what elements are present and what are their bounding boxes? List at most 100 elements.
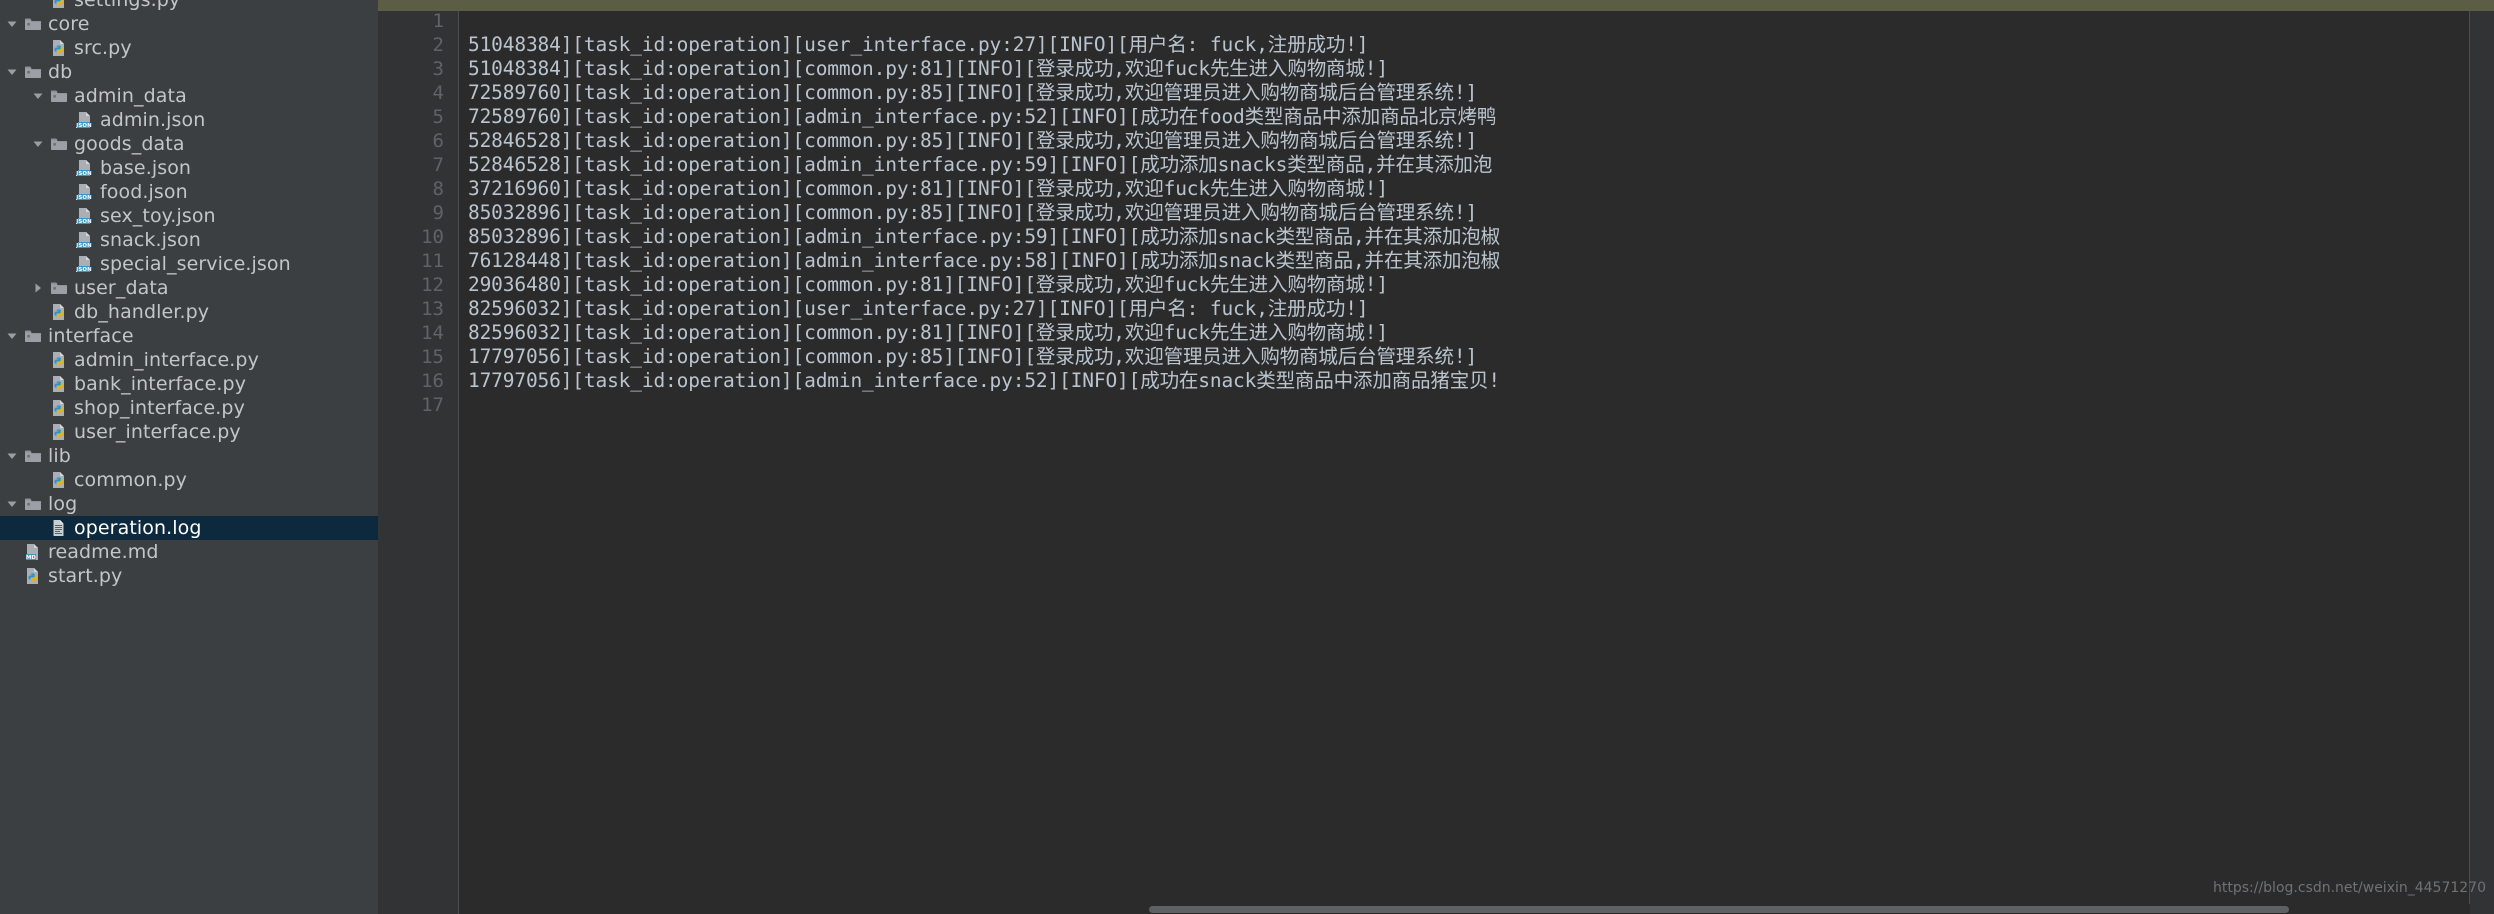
code-line[interactable]: 51048384][task_id:operation][common.py:8… (468, 57, 1388, 81)
editor-tab-strip[interactable] (378, 0, 2494, 11)
json-file-icon: JSON (74, 255, 96, 273)
tree-item[interactable]: MD readme.md (0, 540, 378, 564)
tree-item[interactable]: lib (0, 444, 378, 468)
json-file-icon: JSON (74, 207, 96, 225)
folder-icon (22, 64, 44, 80)
code-line[interactable]: 82596032][task_id:operation][user_interf… (468, 297, 1369, 321)
code-line[interactable]: 51048384][task_id:operation][user_interf… (468, 33, 1369, 57)
tree-item[interactable]: interface (0, 324, 378, 348)
tree-item-label: settings.py (74, 0, 181, 11)
code-line[interactable]: 37216960][task_id:operation][common.py:8… (468, 177, 1388, 201)
tree-item[interactable]: JSON sex_toy.json (0, 204, 378, 228)
marker-stripe[interactable] (2469, 11, 2494, 914)
tree-item[interactable]: core (0, 12, 378, 36)
tree-item[interactable]: db (0, 60, 378, 84)
folder-icon (48, 136, 70, 152)
tree-item[interactable]: src.py (0, 36, 378, 60)
chevron-down-icon[interactable] (2, 498, 22, 510)
line-number-gutter[interactable]: 1 2 3 4 5 6 7 8 9 10 11 12 13 14 15 16 17 (378, 10, 459, 914)
chevron-down-icon[interactable] (28, 90, 48, 102)
tree-item[interactable]: admin_data (0, 84, 378, 108)
code-line[interactable]: 52846528][task_id:operation][admin_inter… (468, 153, 1492, 177)
python-file-icon (48, 423, 70, 441)
tree-item-label: snack.json (100, 229, 201, 251)
code-line[interactable]: 72589760][task_id:operation][common.py:8… (468, 81, 1477, 105)
python-file-icon (22, 567, 44, 585)
tree-item-label: start.py (48, 565, 123, 587)
tree-item[interactable]: bank_interface.py (0, 372, 378, 396)
project-tree-panel[interactable]: settings.py core src.py db admin_data JSON adm… (0, 0, 378, 914)
folder-icon (48, 88, 70, 104)
horizontal-scrollbar-thumb[interactable] (1149, 906, 2289, 913)
tree-item[interactable]: JSON base.json (0, 156, 378, 180)
json-file-icon: JSON (74, 183, 96, 201)
tree-item[interactable]: start.py (0, 564, 378, 588)
code-line[interactable]: 85032896][task_id:operation][common.py:8… (468, 201, 1477, 225)
json-file-icon: JSON (74, 111, 96, 129)
tree-item-label: common.py (74, 469, 187, 491)
tree-item[interactable]: admin_interface.py (0, 348, 378, 372)
tree-item[interactable]: common.py (0, 468, 378, 492)
line-number: 6 (432, 130, 444, 152)
folder-icon (22, 16, 44, 32)
chevron-down-icon[interactable] (2, 330, 22, 342)
chevron-down-icon[interactable] (2, 18, 22, 30)
tree-item-label: db_handler.py (74, 301, 210, 323)
tree-item-label: user_data (74, 277, 169, 299)
tree-item-label: admin.json (100, 109, 206, 131)
line-number: 15 (421, 346, 444, 368)
tree-item-label: db (48, 61, 73, 83)
code-line[interactable]: 29036480][task_id:operation][common.py:8… (468, 273, 1388, 297)
line-number: 8 (432, 178, 444, 200)
tree-item[interactable]: JSON food.json (0, 180, 378, 204)
code-line[interactable]: 76128448][task_id:operation][admin_inter… (468, 249, 1500, 273)
tree-item-label: core (48, 13, 90, 35)
folder-icon (22, 328, 44, 344)
tree-item[interactable]: settings.py (0, 0, 378, 12)
tree-item-selected[interactable]: operation.log (0, 516, 378, 540)
code-line[interactable]: 72589760][task_id:operation][admin_inter… (468, 105, 1496, 129)
json-file-icon: JSON (74, 231, 96, 249)
tree-item[interactable]: JSON snack.json (0, 228, 378, 252)
tree-item[interactable]: JSON special_service.json (0, 252, 378, 276)
chevron-right-icon[interactable] (28, 282, 48, 294)
code-line[interactable]: 85032896][task_id:operation][admin_inter… (468, 225, 1500, 249)
svg-text:JSON: JSON (76, 195, 92, 201)
code-line[interactable]: 17797056][task_id:operation][common.py:8… (468, 345, 1477, 369)
tree-item[interactable]: goods_data (0, 132, 378, 156)
tree-item-label: shop_interface.py (74, 397, 245, 419)
python-file-icon (48, 399, 70, 417)
line-number: 7 (432, 154, 444, 176)
editor-area: 1 2 3 4 5 6 7 8 9 10 11 12 13 14 15 16 17 51048384][task… (378, 0, 2494, 914)
chevron-down-icon[interactable] (2, 450, 22, 462)
line-number: 16 (421, 370, 444, 392)
log-file-icon (48, 519, 70, 537)
line-number: 11 (421, 250, 444, 272)
code-line[interactable]: 52846528][task_id:operation][common.py:8… (468, 129, 1477, 153)
code-content[interactable]: 51048384][task_id:operation][user_interf… (459, 11, 2494, 914)
folder-icon (22, 448, 44, 464)
tree-item-label: admin_data (74, 85, 187, 107)
tree-item-label: base.json (100, 157, 192, 179)
svg-text:JSON: JSON (76, 267, 92, 273)
tree-item-label: log (48, 493, 78, 515)
ide-window: settings.py core src.py db admin_data JSON adm… (0, 0, 2494, 914)
line-number: 14 (421, 322, 444, 344)
tree-item-label: readme.md (48, 541, 159, 563)
tree-item[interactable]: JSON admin.json (0, 108, 378, 132)
code-line[interactable]: 82596032][task_id:operation][common.py:8… (468, 321, 1388, 345)
tree-item-label: sex_toy.json (100, 205, 216, 227)
svg-text:JSON: JSON (76, 171, 92, 177)
chevron-down-icon[interactable] (2, 66, 22, 78)
tree-item[interactable]: db_handler.py (0, 300, 378, 324)
line-number: 10 (421, 226, 444, 248)
code-line[interactable]: 17797056][task_id:operation][admin_inter… (468, 369, 1500, 393)
tree-item[interactable]: user_interface.py (0, 420, 378, 444)
tree-item[interactable]: log (0, 492, 378, 516)
horizontal-scrollbar[interactable] (459, 904, 2470, 914)
chevron-down-icon[interactable] (28, 138, 48, 150)
svg-text:JSON: JSON (76, 123, 92, 129)
folder-icon (22, 496, 44, 512)
tree-item[interactable]: user_data (0, 276, 378, 300)
tree-item[interactable]: shop_interface.py (0, 396, 378, 420)
